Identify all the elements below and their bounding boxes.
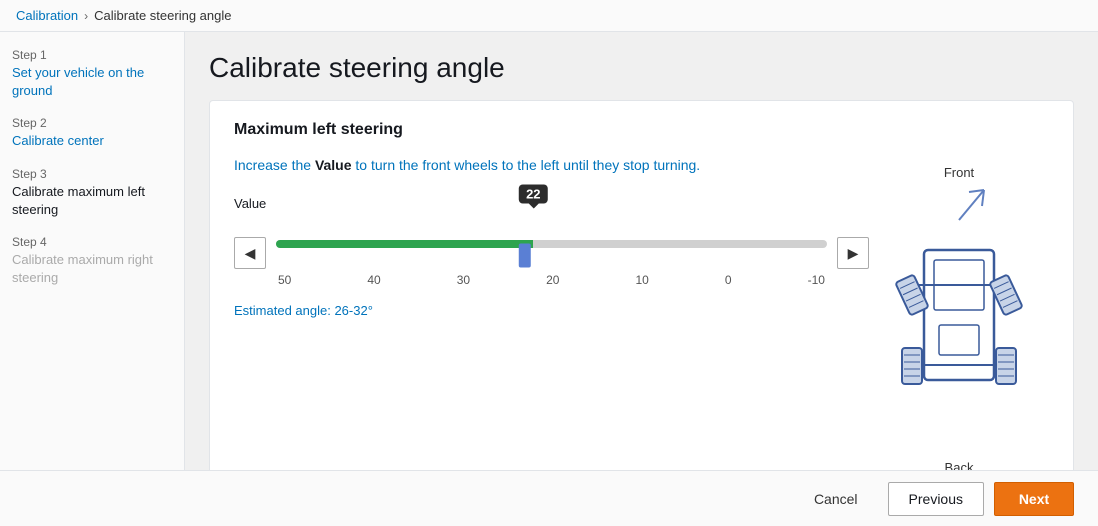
step-3-number: Step 3 (12, 167, 172, 181)
cancel-button[interactable]: Cancel (794, 483, 878, 515)
slider-label-30: 30 (457, 273, 470, 287)
slider-label-neg10: -10 (808, 273, 825, 287)
step-4-label: Calibrate maximum right steering (12, 251, 172, 287)
slider-label-0: 0 (725, 273, 732, 287)
estimated-angle: Estimated angle: 26-32° (234, 303, 869, 318)
breadcrumb-separator: › (84, 9, 88, 23)
sidebar: Step 1 Set your vehicle on the ground St… (0, 32, 185, 470)
breadcrumb-current: Calibrate steering angle (94, 8, 231, 23)
page-title: Calibrate steering angle (185, 32, 1098, 100)
content-area: Calibrate steering angle Maximum left st… (185, 32, 1098, 470)
step-1-number: Step 1 (12, 48, 172, 62)
left-content: Increase the Value to turn the front whe… (234, 155, 869, 470)
slider-label-10: 10 (636, 273, 649, 287)
robot-front-label: Front (944, 165, 974, 180)
breadcrumb-parent[interactable]: Calibration (16, 8, 78, 23)
instruction-prefix: Increase the (234, 157, 315, 173)
slider-labels: 50 40 30 20 10 0 -10 (276, 273, 827, 287)
slider-container: ◀ (234, 219, 869, 287)
slider-label-20: 20 (546, 273, 559, 287)
slider-label-40: 40 (367, 273, 380, 287)
instruction-suffix: to turn the front wheels to the left unt… (352, 157, 701, 173)
robot-illustration-area: Front (869, 155, 1049, 470)
sidebar-step-3: Step 3 Calibrate maximum left steering (12, 167, 172, 219)
main-card: Maximum left steering Increase the Value… (209, 100, 1074, 470)
inner-content: Increase the Value to turn the front whe… (234, 155, 1049, 470)
breadcrumb: Calibration › Calibrate steering angle (0, 0, 1098, 32)
previous-button[interactable]: Previous (888, 482, 984, 516)
next-button[interactable]: Next (994, 482, 1074, 516)
card-title: Maximum left steering (234, 121, 1049, 139)
step-1-label[interactable]: Set your vehicle on the ground (12, 64, 172, 100)
slider-label-50: 50 (278, 273, 291, 287)
slider-fill (276, 240, 533, 248)
step-2-label[interactable]: Calibrate center (12, 132, 172, 150)
step-4-number: Step 4 (12, 235, 172, 249)
sidebar-step-1: Step 1 Set your vehicle on the ground (12, 48, 172, 100)
value-label: Value (234, 196, 869, 211)
robot-svg (874, 180, 1044, 460)
robot-back-label: Back (945, 460, 974, 470)
slider-thumb[interactable] (519, 244, 531, 268)
sidebar-step-2: Step 2 Calibrate center (12, 116, 172, 150)
slider-track-wrapper: 22 50 40 30 2 (276, 219, 827, 287)
step-2-number: Step 2 (12, 116, 172, 130)
main-layout: Step 1 Set your vehicle on the ground St… (0, 32, 1098, 470)
slider-track[interactable]: 22 (276, 240, 827, 248)
slider-decrement-button[interactable]: ◀ (234, 237, 266, 269)
instruction-bold: Value (315, 157, 352, 173)
instruction-text: Increase the Value to turn the front whe… (234, 155, 869, 176)
slider-value-bubble: 22 (519, 185, 547, 204)
step-3-label: Calibrate maximum left steering (12, 183, 172, 219)
footer: Cancel Previous Next (0, 470, 1098, 526)
slider-increment-button[interactable]: ▶ (837, 237, 869, 269)
slider-thumb-container: 22 (519, 221, 547, 268)
sidebar-step-4: Step 4 Calibrate maximum right steering (12, 235, 172, 287)
